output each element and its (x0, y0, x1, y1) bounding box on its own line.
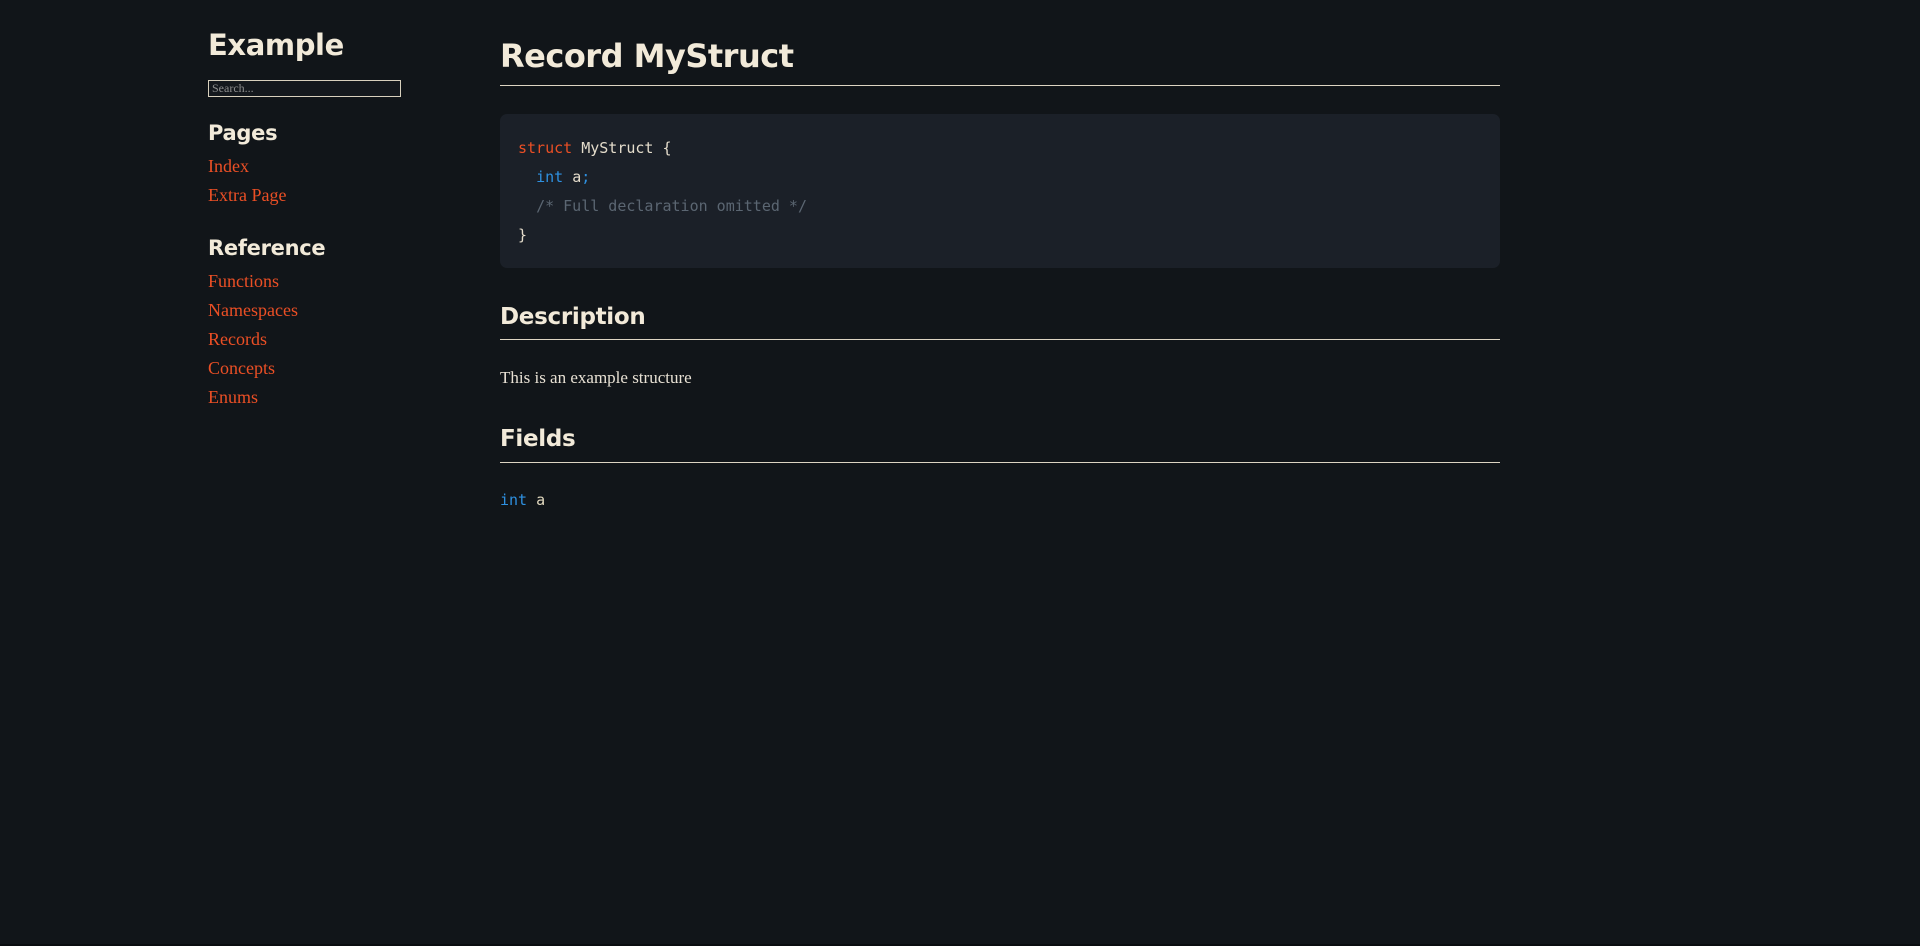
sidebar-nav: Pages Index Extra Page Reference Functions Na… (208, 121, 428, 408)
search-input[interactable] (208, 79, 401, 97)
code-token: { (653, 138, 672, 157)
section-divider-fields (500, 461, 1500, 463)
sidebar-item-namespaces[interactable]: Namespaces (208, 299, 298, 321)
nav-group-heading-reference: Reference (208, 235, 326, 260)
nav-list-reference: Functions Namespaces Records Concepts Enums (208, 270, 428, 408)
code-token: struct (518, 138, 573, 157)
field-type: int (500, 490, 528, 509)
section-title-fields: Fields (500, 426, 576, 453)
declaration-code-block: struct MyStruct { int a; /* Full declara… (500, 113, 1500, 268)
code-token: /* Full declaration omitted */ (536, 196, 807, 215)
section-divider-description (500, 339, 1500, 341)
site-title: Example (208, 28, 344, 62)
sidebar-item-index[interactable]: Index (208, 155, 249, 177)
sidebar: Example Pages Index Extra Page Reference Fun… (0, 0, 500, 946)
list-item: Concepts (208, 357, 428, 379)
title-divider (500, 84, 1500, 86)
page-title: Record MyStruct (500, 37, 794, 75)
nav-list-pages: Index Extra Page (208, 155, 428, 206)
sidebar-item-concepts[interactable]: Concepts (208, 357, 275, 379)
section-title-description: Description (500, 303, 646, 330)
field-name: a (536, 490, 546, 509)
sidebar-item-enums[interactable]: Enums (208, 386, 258, 408)
list-item: Records (208, 328, 428, 350)
sidebar-item-records[interactable]: Records (208, 328, 267, 350)
page-root: Example Pages Index Extra Page Reference Fun… (0, 0, 1920, 946)
section-body-description: This is an example structure (500, 368, 692, 388)
code-token: } (518, 225, 528, 244)
sidebar-item-extra-page[interactable]: Extra Page (208, 184, 286, 206)
code-token: ; (581, 167, 591, 186)
nav-group-heading-pages: Pages (208, 120, 278, 145)
code-token: int (536, 167, 564, 186)
list-item: Namespaces (208, 299, 428, 321)
list-item: Enums (208, 386, 428, 408)
content-sections: Description This is an example structure F… (500, 304, 1500, 511)
field-entry-a: int a (500, 489, 1500, 511)
sidebar-item-functions[interactable]: Functions (208, 270, 279, 292)
list-item: Extra Page (208, 184, 428, 206)
main-content: Record MyStruct struct MyStruct { int a;… (500, 0, 1500, 511)
list-item: Index (208, 155, 428, 177)
code-token: a (572, 167, 582, 186)
list-item: Functions (208, 270, 428, 292)
code-token: MyStruct (581, 138, 654, 157)
